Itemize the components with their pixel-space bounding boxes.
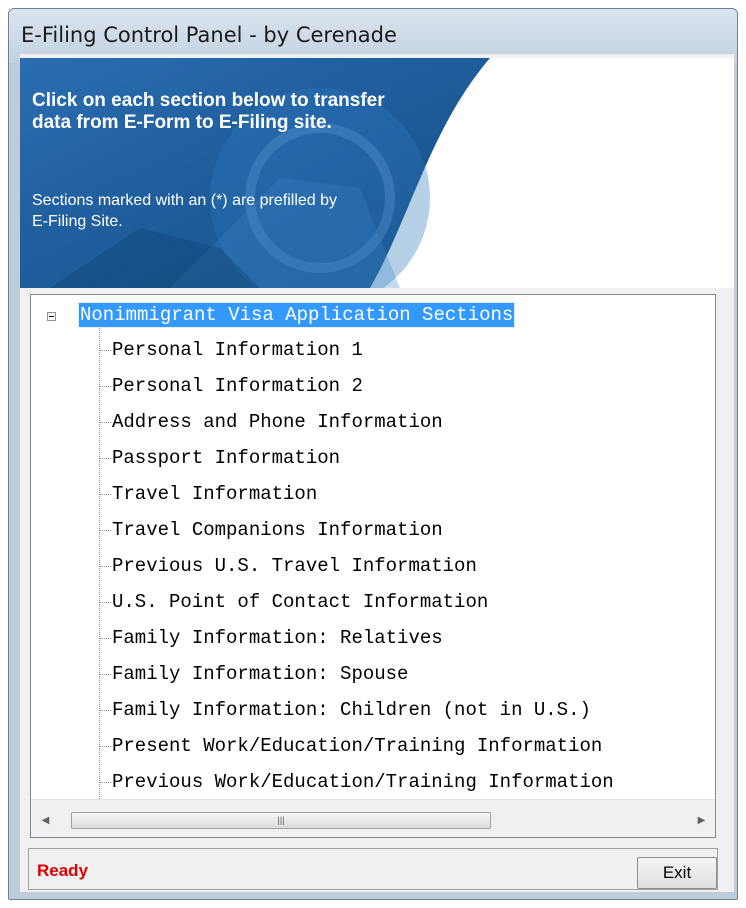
tree-item-personal-information-2[interactable]: Personal Information 2 (100, 373, 363, 399)
tree-item-address-phone[interactable]: Address and Phone Information (100, 409, 443, 435)
tree-item-us-point-of-contact[interactable]: U.S. Point of Contact Information (100, 589, 488, 615)
tree-item-passport[interactable]: Passport Information (100, 445, 340, 471)
instruction-banner: Click on each section below to transfer … (20, 58, 734, 288)
minus-box-icon[interactable] (47, 312, 56, 321)
tree-item-previous-work[interactable]: Previous Work/Education/Training Informa… (100, 769, 614, 795)
tree-item-label: Family Information: Spouse (112, 663, 409, 685)
tree-item-label: Previous Work/Education/Training Informa… (112, 771, 614, 793)
tree-item-label: Personal Information 1 (112, 339, 363, 361)
tree-root-label[interactable]: Nonimmigrant Visa Application Sections (77, 302, 516, 328)
arrow-right-icon[interactable]: ▶ (693, 812, 710, 829)
arrow-left-icon[interactable]: ◀ (37, 812, 54, 829)
tree-item-label: Travel Companions Information (112, 519, 443, 541)
tree-item-present-work[interactable]: Present Work/Education/Training Informat… (100, 733, 602, 759)
tree-item-label: Passport Information (112, 447, 341, 469)
tree-item-label: U.S. Point of Contact Information (112, 591, 489, 613)
tree-item-previous-us-travel[interactable]: Previous U.S. Travel Information (100, 553, 477, 579)
status-text: Ready (37, 861, 89, 880)
horizontal-scrollbar[interactable]: ◀ ||| ▶ (31, 799, 715, 837)
tree-item-family-spouse[interactable]: Family Information: Spouse (100, 661, 408, 687)
tree-item-personal-information-1[interactable]: Personal Information 1 (100, 337, 363, 363)
tree-connector-line (99, 323, 100, 837)
tree-item-family-children[interactable]: Family Information: Children (not in U.S… (100, 697, 591, 723)
window-title: E-Filing Control Panel - by Cerenade (21, 23, 397, 47)
tree-item-travel-companions[interactable]: Travel Companions Information (100, 517, 443, 543)
exit-button[interactable]: Exit (637, 857, 717, 889)
status-bar: Ready Exit (28, 848, 718, 890)
tree-item-label: Address and Phone Information (112, 411, 443, 433)
horizontal-scroll-thumb[interactable]: ||| (71, 812, 491, 829)
tree-item-label: Previous U.S. Travel Information (112, 555, 477, 577)
banner-title: Click on each section below to transfer … (32, 90, 385, 133)
tree-item-label: Family Information: Children (not in U.S… (112, 699, 591, 721)
sections-tree[interactable]: Nonimmigrant Visa Application Sections P… (30, 294, 716, 838)
tree-item-travel[interactable]: Travel Information (100, 481, 317, 507)
banner-note: Sections marked with an (*) are prefille… (32, 192, 338, 230)
tree-item-label: Present Work/Education/Training Informat… (112, 735, 603, 757)
tree-item-label: Travel Information (112, 483, 318, 505)
tree-item-label: Personal Information 2 (112, 375, 363, 397)
tree-item-family-relatives[interactable]: Family Information: Relatives (100, 625, 443, 651)
tree-item-label: Family Information: Relatives (112, 627, 443, 649)
